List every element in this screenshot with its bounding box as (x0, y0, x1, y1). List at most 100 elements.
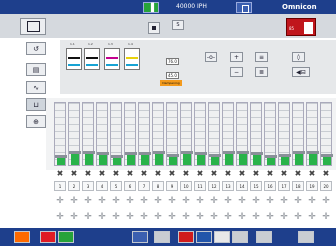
zone-adjust-button[interactable]: ✛ (222, 212, 234, 222)
zone-adjust-button[interactable]: ✛ (138, 212, 150, 222)
ink-zone-slider[interactable] (166, 102, 179, 166)
zone-close-button[interactable]: ✖ (278, 168, 290, 178)
zone-adjust-button[interactable]: ✛ (82, 196, 94, 206)
zone-close-button[interactable]: ✖ (292, 168, 304, 178)
slider-knob[interactable] (111, 155, 123, 158)
zone-adjust-button[interactable]: ✛ (278, 212, 290, 222)
ink-zone-slider[interactable] (264, 102, 277, 166)
zone-adjust-button[interactable]: ✛ (152, 212, 164, 222)
ink-zone-slider[interactable] (152, 102, 165, 166)
document-button[interactable]: ▤ (26, 63, 46, 76)
ink-unit-box[interactable] (84, 48, 100, 70)
zone-close-button[interactable]: ✖ (110, 168, 122, 178)
zone-number[interactable]: 15 (250, 181, 262, 191)
arrow-ctrl-button[interactable]: ◀⊟ (292, 67, 310, 77)
zone-adjust-button[interactable]: ✛ (194, 196, 206, 206)
ink-unit-box[interactable] (124, 48, 140, 70)
zone-close-button[interactable]: ✖ (124, 168, 136, 178)
bear-icon[interactable] (132, 231, 148, 243)
zone-adjust-button[interactable]: ✛ (250, 212, 262, 222)
slider-knob[interactable] (139, 152, 151, 155)
curve-button[interactable]: ∿ (26, 81, 46, 94)
slider-knob[interactable] (97, 152, 109, 155)
zone-close-button[interactable]: ✖ (264, 168, 276, 178)
zone-adjust-button[interactable]: ✛ (306, 196, 318, 206)
zone-close-button[interactable]: ✖ (180, 168, 192, 178)
zone-number[interactable]: 13 (222, 181, 234, 191)
zone-adjust-button[interactable]: ✛ (54, 212, 66, 222)
zone-number[interactable]: 14 (236, 181, 248, 191)
ink-zone-slider[interactable] (222, 102, 235, 166)
ink-unit-box[interactable] (104, 48, 120, 70)
zone-adjust-button[interactable]: ✛ (110, 196, 122, 206)
ink-zone-slider[interactable] (236, 102, 249, 166)
return-button[interactable]: ↺ (26, 42, 46, 55)
zone-number[interactable]: 7 (138, 181, 150, 191)
green-icon[interactable] (58, 231, 74, 243)
value-top[interactable]: 76.0 (166, 58, 179, 65)
slider-knob[interactable] (55, 155, 67, 158)
ink-zone-slider[interactable] (250, 102, 263, 166)
zone-adjust-button[interactable]: ✛ (320, 212, 332, 222)
home-button[interactable] (20, 18, 46, 35)
zone-number[interactable]: 10 (180, 181, 192, 191)
zone-adjust-button[interactable]: ✛ (278, 196, 290, 206)
zone-number[interactable]: 18 (292, 181, 304, 191)
x-icon[interactable] (178, 231, 194, 243)
ink-zone-slider[interactable] (54, 102, 67, 166)
ink-zone-slider[interactable] (138, 102, 151, 166)
alert-box[interactable]: 85 (286, 18, 316, 36)
zone-adjust-button[interactable]: ✛ (236, 196, 248, 206)
tools-icon[interactable] (154, 231, 170, 243)
zone-number[interactable]: 17 (278, 181, 290, 191)
slider-knob[interactable] (153, 151, 165, 154)
zone-adjust-button[interactable]: ✛ (166, 196, 178, 206)
zone-adjust-button[interactable]: ✛ (54, 196, 66, 206)
zone-number[interactable]: 3 (82, 181, 94, 191)
zone-close-button[interactable]: ✖ (236, 168, 248, 178)
zone-adjust-button[interactable]: ✛ (208, 196, 220, 206)
ink-zone-slider[interactable] (194, 102, 207, 166)
zone-close-button[interactable]: ✖ (68, 168, 80, 178)
zone-close-button[interactable]: ✖ (194, 168, 206, 178)
slider-knob[interactable] (209, 154, 221, 157)
zone-adjust-button[interactable]: ✛ (264, 196, 276, 206)
target-button[interactable]: ⊕ (26, 115, 46, 128)
zone-close-button[interactable]: ✖ (138, 168, 150, 178)
zone-close-button[interactable]: ✖ (96, 168, 108, 178)
zone-adjust-button[interactable]: ✛ (138, 196, 150, 206)
ink-zone-slider[interactable] (68, 102, 81, 166)
down-minus-button[interactable]: − (230, 67, 243, 77)
ink-key-button[interactable]: ⊔ (26, 98, 46, 111)
zone-close-button[interactable]: ✖ (222, 168, 234, 178)
zone-adjust-button[interactable]: ✛ (180, 196, 192, 206)
zone-adjust-button[interactable]: ✛ (180, 212, 192, 222)
step-down-button[interactable]: ≣ (255, 67, 268, 77)
slider-knob[interactable] (293, 151, 305, 154)
minus-plus-button[interactable]: -o- (205, 52, 217, 62)
zone-adjust-button[interactable]: ✛ (96, 196, 108, 206)
uk-flag-icon[interactable] (196, 231, 212, 243)
zone-number[interactable]: 5 (110, 181, 122, 191)
zone-number[interactable]: 6 (124, 181, 136, 191)
zone-adjust-button[interactable]: ✛ (124, 212, 136, 222)
flag-icon[interactable] (214, 231, 230, 243)
slider-knob[interactable] (321, 154, 333, 157)
zone-adjust-button[interactable]: ✛ (236, 212, 248, 222)
slider-knob[interactable] (279, 154, 291, 157)
slider-knob[interactable] (125, 152, 137, 155)
zone-number[interactable]: 19 (306, 181, 318, 191)
zone-close-button[interactable]: ✖ (208, 168, 220, 178)
zone-adjust-button[interactable]: ✛ (194, 212, 206, 222)
zone-adjust-button[interactable]: ✛ (306, 212, 318, 222)
up-plus-button[interactable]: + (230, 52, 243, 62)
speed-icon[interactable]: ▐ (143, 2, 159, 13)
zone-adjust-button[interactable]: ✛ (208, 212, 220, 222)
toolbar-button[interactable]: S (172, 20, 184, 30)
ink-zone-slider[interactable] (292, 102, 305, 166)
slider-knob[interactable] (265, 155, 277, 158)
zone-adjust-button[interactable]: ✛ (320, 196, 332, 206)
ink-zone-slider[interactable] (278, 102, 291, 166)
zone-number[interactable]: 20 (320, 181, 332, 191)
zone-adjust-button[interactable]: ✛ (264, 212, 276, 222)
